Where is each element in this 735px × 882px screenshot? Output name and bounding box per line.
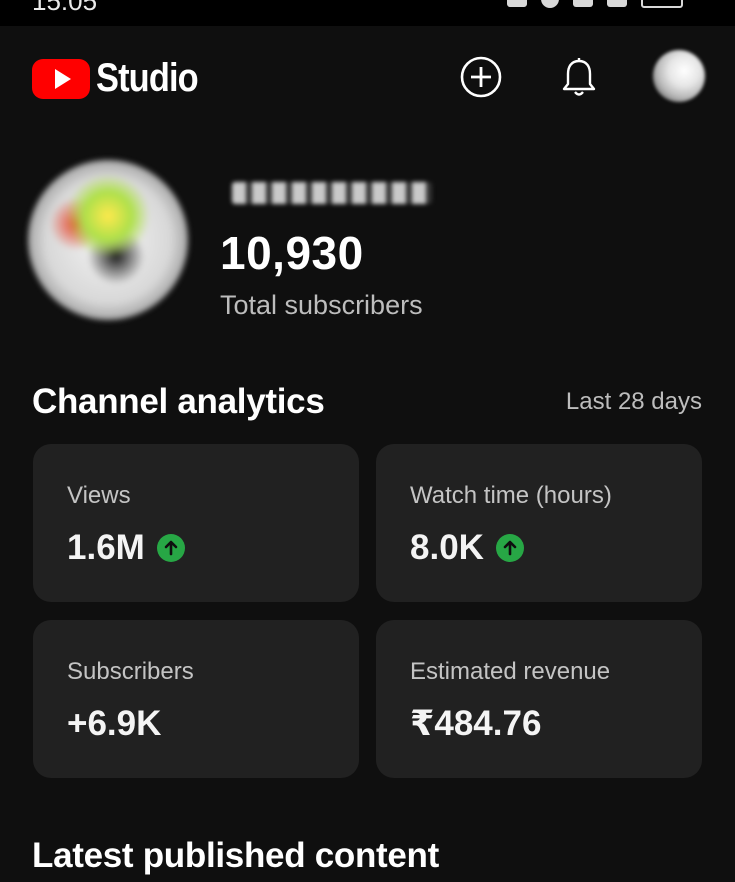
card-value-row: ₹484.76 (410, 704, 541, 744)
notification-dot-icon (541, 0, 559, 8)
card-label: Subscribers (67, 658, 194, 685)
create-button[interactable] (460, 56, 502, 98)
watch-time-card[interactable]: Watch time (hours) 8.0K (376, 444, 702, 602)
analytics-period: Last 28 days (565, 388, 702, 415)
battery-icon (641, 0, 683, 8)
card-value-row: 8.0K (410, 528, 524, 568)
channel-summary: 10,930 Total subscribers (0, 150, 735, 350)
subscribers-card[interactable]: Subscribers +6.9K (33, 620, 359, 778)
lte-icon (573, 0, 593, 7)
signal-icon (607, 0, 627, 7)
latest-content-title: Latest published content (32, 836, 439, 875)
subscriber-label: Total subscribers (220, 290, 423, 320)
card-label: Estimated revenue (410, 658, 611, 685)
youtube-play-icon (32, 58, 90, 99)
card-value-row: 1.6M (67, 528, 185, 568)
trend-up-icon (495, 534, 524, 562)
card-label: Views (67, 482, 131, 509)
status-time: 15:05 (32, 0, 98, 16)
status-bar: 15:05 (0, 0, 735, 26)
revenue-card[interactable]: Estimated revenue ₹484.76 (376, 620, 702, 778)
channel-avatar[interactable] (28, 160, 188, 320)
account-avatar (653, 50, 705, 102)
card-label: Watch time (hours) (410, 482, 612, 509)
status-icons (507, 0, 683, 8)
create-icon (460, 56, 502, 98)
message-icon (507, 0, 527, 7)
app-header: Studio (0, 26, 735, 126)
trend-up-icon (156, 534, 185, 562)
channel-name-redacted (232, 182, 432, 204)
account-button[interactable] (652, 46, 706, 106)
card-value: +6.9K (67, 704, 162, 743)
card-value-row: +6.9K (67, 704, 161, 744)
views-card[interactable]: Views 1.6M (33, 444, 359, 602)
logo-text: Studio (96, 56, 199, 100)
card-value: ₹484.76 (410, 704, 542, 743)
card-value: 1.6M (67, 528, 145, 567)
notifications-button[interactable] (558, 56, 600, 98)
subscriber-count: 10,930 (220, 227, 364, 279)
card-value: 8.0K (410, 528, 484, 567)
bell-icon (562, 58, 596, 96)
channel-analytics-title: Channel analytics (32, 382, 325, 421)
studio-logo[interactable]: Studio (32, 56, 214, 101)
